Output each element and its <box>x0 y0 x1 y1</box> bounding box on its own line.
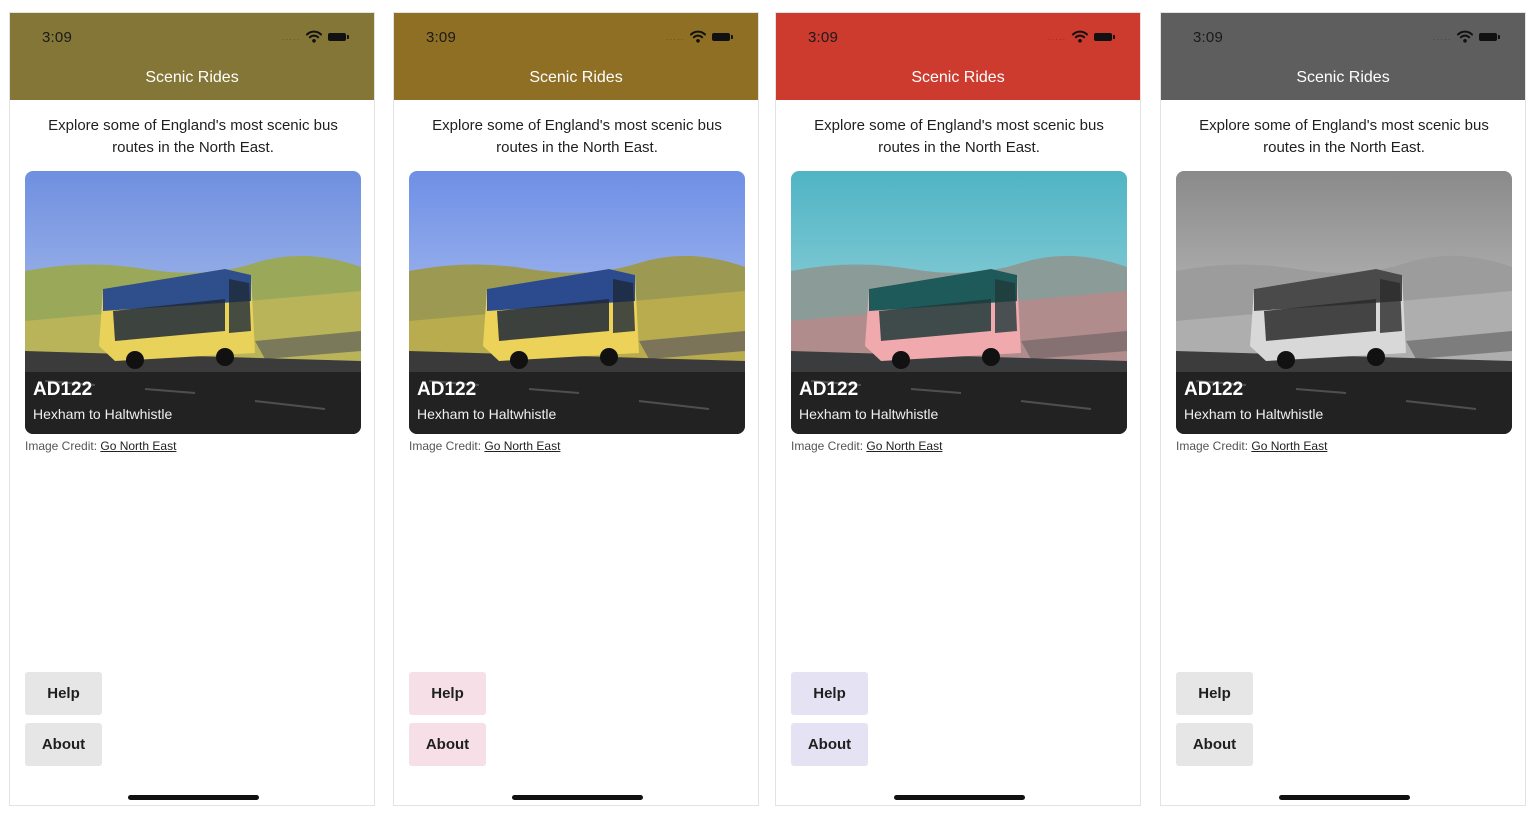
route-name: Hexham to Haltwhistle <box>1184 406 1324 422</box>
intro-text: Explore some of England's most scenic bu… <box>1199 117 1489 156</box>
route-card[interactable]: AD122 Hexham to Haltwhistle <box>1176 171 1512 434</box>
status-time: 3:09 <box>42 29 72 46</box>
phone-screen-red: 3:09 ····· Scenic Rides Explore some of … <box>775 12 1141 806</box>
home-indicator[interactable] <box>894 795 1025 800</box>
credit-link[interactable]: Go North East <box>866 439 942 453</box>
image-credit: Image Credit: Go North East <box>791 439 942 453</box>
credit-link[interactable]: Go North East <box>484 439 560 453</box>
phone-screen-olive: 3:09 ····· Scenic Rides Explore some of … <box>9 12 375 806</box>
wifi-icon <box>306 30 322 43</box>
credit-label: Image Credit: <box>409 439 482 453</box>
image-credit: Image Credit: Go North East <box>409 439 560 453</box>
signal-icon: ····· <box>1048 35 1067 44</box>
status-time: 3:09 <box>1193 29 1223 46</box>
route-name: Hexham to Haltwhistle <box>33 406 173 422</box>
about-button[interactable]: About <box>409 723 486 766</box>
home-indicator[interactable] <box>1279 795 1410 800</box>
route-code: AD122 <box>799 379 859 400</box>
help-button[interactable]: Help <box>1176 672 1253 715</box>
wifi-icon <box>1457 30 1473 43</box>
about-button[interactable]: About <box>1176 723 1253 766</box>
battery-icon <box>328 33 349 41</box>
route-name: Hexham to Haltwhistle <box>417 406 557 422</box>
route-code: AD122 <box>1184 379 1244 400</box>
nav-header: 3:09 ····· Scenic Rides <box>394 13 758 100</box>
status-icons: ····· <box>666 30 736 44</box>
about-button[interactable]: About <box>25 723 102 766</box>
phone-screen-gray: 3:09 ····· Scenic Rides Explore some of … <box>1160 12 1526 806</box>
comparison-screens: 3:09 ····· Scenic Rides Explore some of … <box>0 0 1538 820</box>
credit-label: Image Credit: <box>791 439 864 453</box>
route-card[interactable]: AD122 Hexham to Haltwhistle <box>25 171 361 434</box>
nav-header: 3:09 ····· Scenic Rides <box>10 13 374 100</box>
home-indicator[interactable] <box>512 795 643 800</box>
nav-header: 3:09 ····· Scenic Rides <box>776 13 1140 100</box>
intro-text: Explore some of England's most scenic bu… <box>48 117 338 156</box>
status-time: 3:09 <box>426 29 456 46</box>
app-title: Scenic Rides <box>529 69 623 86</box>
signal-icon: ····· <box>282 35 301 44</box>
status-icons: ····· <box>1433 30 1503 44</box>
credit-label: Image Credit: <box>25 439 98 453</box>
image-credit: Image Credit: Go North East <box>1176 439 1327 453</box>
wifi-icon <box>1072 30 1088 43</box>
signal-icon: ····· <box>666 35 685 44</box>
intro-text: Explore some of England's most scenic bu… <box>432 117 722 156</box>
status-time: 3:09 <box>808 29 838 46</box>
help-button[interactable]: Help <box>791 672 868 715</box>
app-title: Scenic Rides <box>145 69 239 86</box>
wifi-icon <box>690 30 706 43</box>
app-title: Scenic Rides <box>1296 69 1390 86</box>
route-code: AD122 <box>417 379 477 400</box>
app-title: Scenic Rides <box>911 69 1005 86</box>
route-card[interactable]: AD122 Hexham to Haltwhistle <box>409 171 745 434</box>
image-credit: Image Credit: Go North East <box>25 439 176 453</box>
credit-link[interactable]: Go North East <box>100 439 176 453</box>
home-indicator[interactable] <box>128 795 259 800</box>
status-icons: ····· <box>282 30 352 44</box>
phone-screen-gold: 3:09 ····· Scenic Rides Explore some of … <box>393 12 759 806</box>
status-icons: ····· <box>1048 30 1118 44</box>
help-button[interactable]: Help <box>25 672 102 715</box>
route-code: AD122 <box>33 379 93 400</box>
signal-icon: ····· <box>1433 35 1452 44</box>
about-button[interactable]: About <box>791 723 868 766</box>
route-name: Hexham to Haltwhistle <box>799 406 939 422</box>
route-card[interactable]: AD122 Hexham to Haltwhistle <box>791 171 1127 434</box>
help-button[interactable]: Help <box>409 672 486 715</box>
battery-icon <box>712 33 733 41</box>
battery-icon <box>1094 33 1115 41</box>
intro-text: Explore some of England's most scenic bu… <box>814 117 1104 156</box>
credit-link[interactable]: Go North East <box>1251 439 1327 453</box>
nav-header: 3:09 ····· Scenic Rides <box>1161 13 1525 100</box>
credit-label: Image Credit: <box>1176 439 1249 453</box>
battery-icon <box>1479 33 1500 41</box>
